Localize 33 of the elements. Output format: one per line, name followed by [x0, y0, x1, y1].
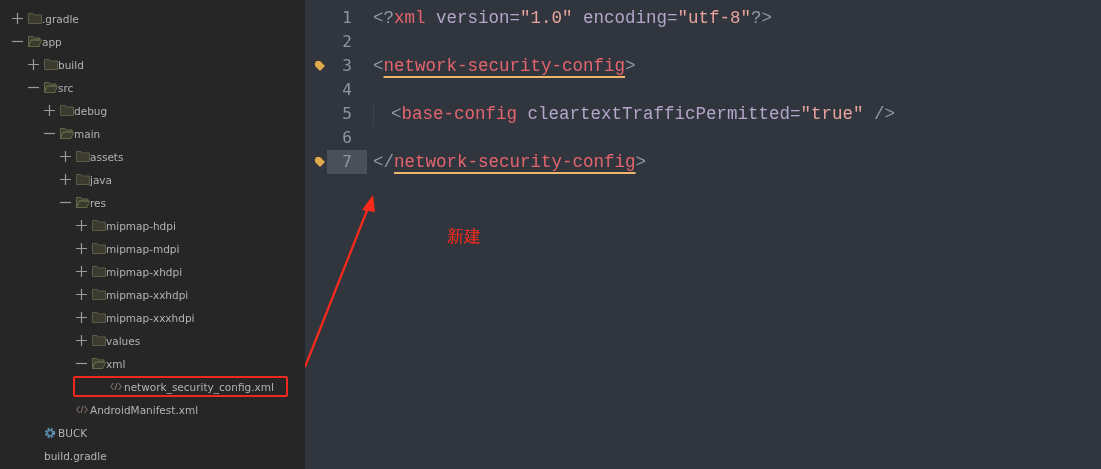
line-number: 6 [341, 127, 353, 149]
tree-item[interactable]: src [58, 81, 74, 94]
line-number: 1 [341, 7, 353, 29]
tree-item[interactable]: debug [74, 104, 108, 117]
tree-item[interactable]: values [106, 334, 141, 347]
tree-item[interactable]: assets [90, 150, 124, 163]
tree-item[interactable]: mipmap-xxxhdpi [106, 311, 195, 324]
line-number: 7 [327, 150, 367, 174]
tree-item[interactable]: mipmap-xhdpi [106, 265, 183, 278]
tree-item[interactable]: AndroidManifest.xml [90, 403, 199, 416]
tree-item[interactable]: mipmap-mdpi [106, 242, 180, 255]
code-line: </network-security-config> [373, 152, 647, 172]
code-line: <base-config cleartextTrafficPermitted="true" /> [391, 104, 896, 124]
line-number: 2 [341, 31, 353, 53]
tree-item[interactable]: main [74, 127, 101, 140]
code-editor[interactable]: 1 <?xml version="1.0" encoding="utf-8"?> 2 3 <network-security-config> 4 5 <base-config cleartextTrafficPermitted="true" /> 6 7 </network-security-config> 新建 [305, 0, 1101, 469]
tree-item[interactable]: xml [106, 357, 126, 370]
tree-item[interactable]: mipmap-hdpi [106, 219, 176, 232]
tree-item[interactable]: app [42, 35, 62, 48]
line-number: 4 [341, 79, 353, 101]
tree-item[interactable]: mipmap-xxhdpi [106, 288, 189, 301]
tree-item[interactable]: network_security_config.xml [73, 376, 288, 397]
code-line: <network-security-config> [373, 56, 636, 76]
line-number: 3 [341, 55, 353, 77]
tree-item[interactable]: build [58, 58, 84, 71]
annotation: 新建 [447, 225, 481, 248]
line-number: 5 [341, 103, 353, 125]
code-line: <?xml version="1.0" encoding="utf-8"?> [373, 8, 773, 28]
tree-item[interactable]: .gradle [42, 12, 79, 25]
tree-item[interactable]: BUCK [58, 426, 88, 439]
tree-item[interactable]: java [90, 173, 112, 186]
tree-item[interactable]: res [90, 196, 107, 209]
tree-item[interactable]: build.gradle [44, 449, 107, 462]
